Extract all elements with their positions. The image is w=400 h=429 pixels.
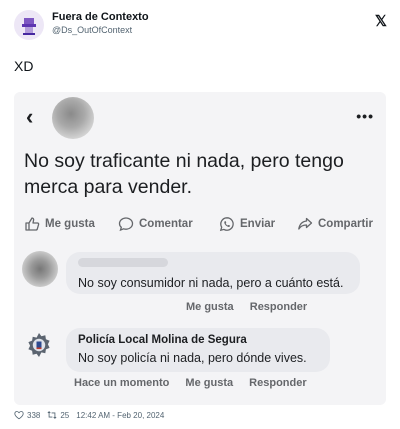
comment-2-reply: Responder xyxy=(249,377,307,389)
timestamp-text: 12:42 AM - Feb 20, 2024 xyxy=(76,410,165,420)
back-chevron-icon: ‹ xyxy=(26,104,34,129)
comment-1-links: Me gusta Responder xyxy=(186,301,320,313)
like-count-group[interactable]: 338 xyxy=(14,410,40,420)
embedded-screenshot[interactable]: ‹ ••• No soy traficante ni nada, pero te… xyxy=(14,92,386,405)
author-handle[interactable]: @Ds_OutOfContext xyxy=(52,25,132,35)
like-action: Me gusta xyxy=(24,216,95,232)
comment-bubble-1: No soy consumidor ni nada, pero a cuánto… xyxy=(66,252,360,294)
retweet-count-group[interactable]: 25 xyxy=(47,410,69,420)
tweet-footer: 338 25 12:42 AM - Feb 20, 2024 xyxy=(14,410,171,420)
comment-1-reply: Responder xyxy=(249,301,308,313)
poster-avatar-blurred xyxy=(52,97,94,139)
commenter-avatar-blurred xyxy=(22,251,58,287)
comment-2-links: Hace un momento Me gusta Responder xyxy=(74,377,320,389)
post-text: No soy traficante ni nada, pero tengo me… xyxy=(24,150,344,198)
like-count: 338 xyxy=(27,410,41,420)
commenter-name-blurred xyxy=(78,258,168,267)
comment-1-like: Me gusta xyxy=(186,301,234,313)
more-options-icon: ••• xyxy=(356,108,374,124)
timestamp[interactable]: 12:42 AM - Feb 20, 2024 xyxy=(76,411,164,420)
tweet-text: XD xyxy=(14,58,34,74)
send-label: Enviar xyxy=(240,218,276,230)
author-avatar[interactable] xyxy=(14,10,44,40)
post-actions: Me gusta Comentar Enviar Compartir xyxy=(14,216,386,240)
share-arrow-icon xyxy=(298,217,313,230)
police-badge-icon xyxy=(26,332,52,358)
comment-2-text: No soy policía ni nada, pero dónde vives… xyxy=(78,351,307,365)
comment-1-text: No soy consumidor ni nada, pero a cuánto… xyxy=(78,276,344,290)
x-logo-icon[interactable]: 𝕏 xyxy=(375,12,387,30)
comment-bubble-2: Policía Local Molina de Segura No soy po… xyxy=(66,328,330,372)
comment-label: Comentar xyxy=(139,218,193,230)
share-action: Compartir xyxy=(297,216,373,232)
whatsapp-icon xyxy=(219,217,234,232)
author-name[interactable]: Fuera de Contexto xyxy=(52,11,149,23)
retweet-count: 25 xyxy=(60,410,70,420)
comment-2-time: Hace un momento xyxy=(74,377,170,389)
retweet-icon xyxy=(47,411,57,419)
author-avatar-icon xyxy=(22,18,36,35)
share-label: Compartir xyxy=(318,218,373,230)
like-label: Me gusta xyxy=(45,218,95,230)
comment-2-author: Policía Local Molina de Segura xyxy=(78,334,247,346)
comment-action: Comentar xyxy=(118,216,193,232)
heart-icon xyxy=(14,411,24,420)
thumbs-up-icon xyxy=(25,217,40,231)
send-action: Enviar xyxy=(219,216,275,232)
comment-bubble-icon xyxy=(118,217,134,232)
comment-2-like: Me gusta xyxy=(185,377,234,389)
